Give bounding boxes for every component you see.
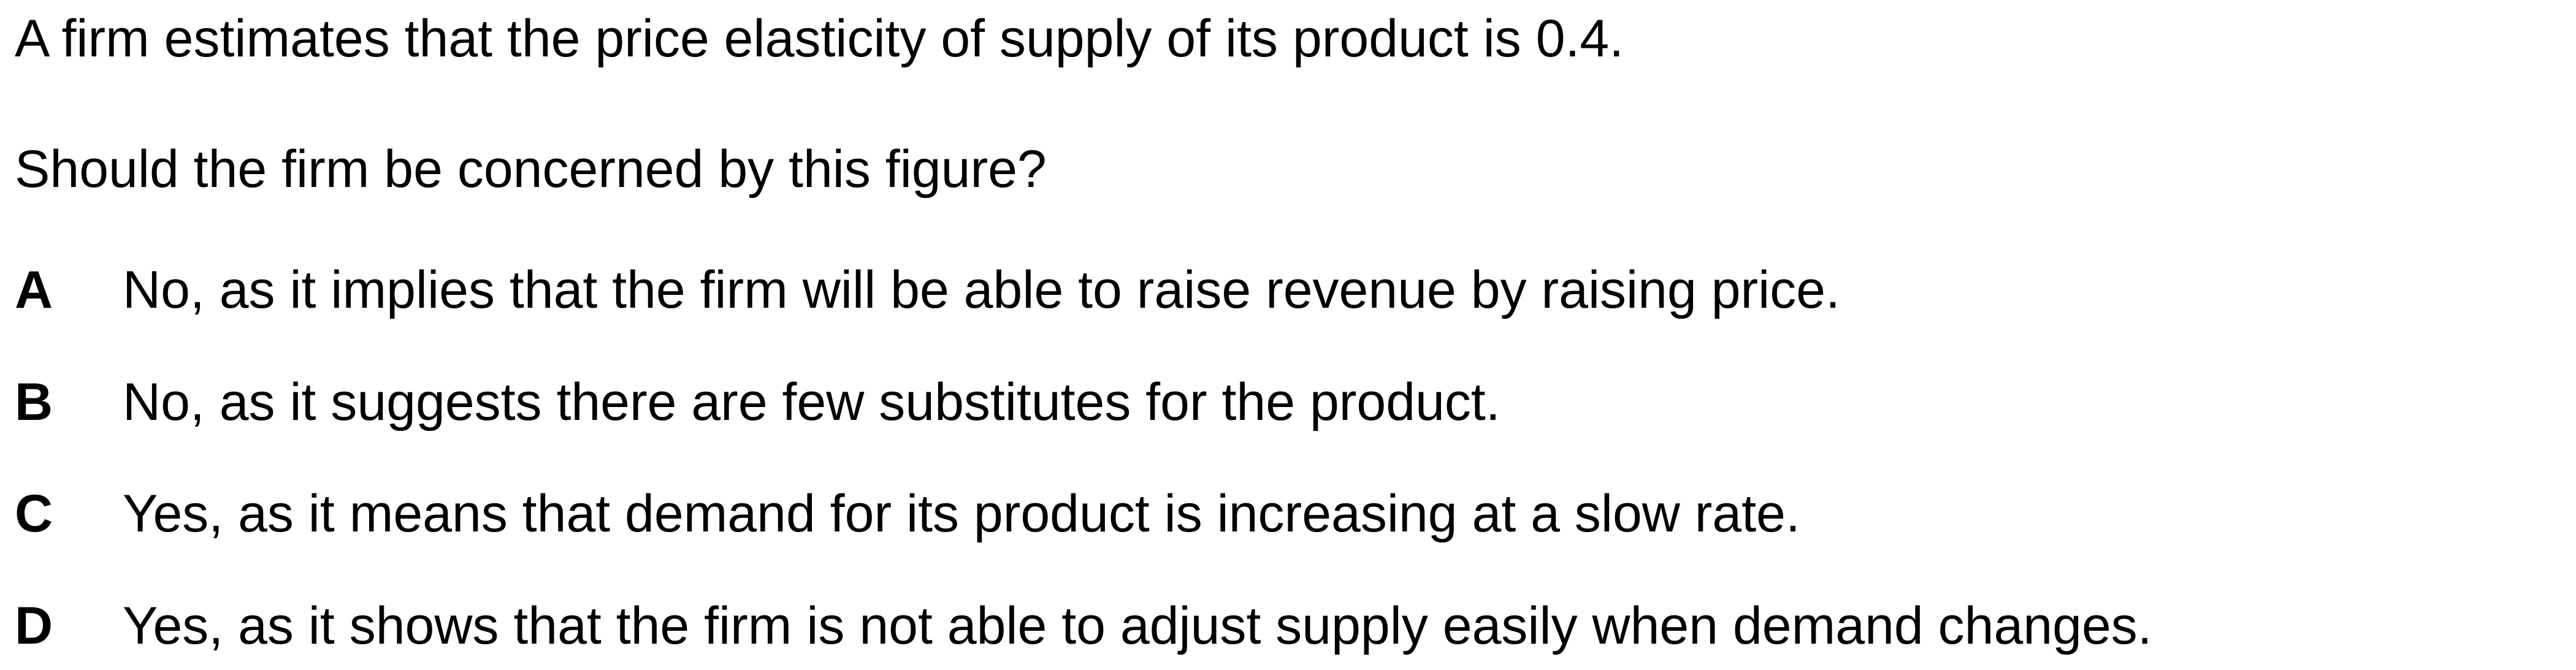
question-stem-line-1: A firm estimates that the price elastici… bbox=[15, 9, 1624, 68]
option-a-text: No, as it implies that the firm will be … bbox=[123, 261, 1841, 319]
option-a[interactable]: A No, as it implies that the firm will b… bbox=[15, 264, 2529, 325]
option-b-text: No, as it suggests there are few substit… bbox=[123, 373, 1500, 432]
option-d-text: Yes, as it shows that the firm is not ab… bbox=[123, 596, 2152, 655]
option-b-letter: B bbox=[15, 373, 53, 432]
option-a-letter: A bbox=[15, 261, 53, 319]
option-c-letter: C bbox=[15, 484, 53, 543]
question-page: A firm estimates that the price elastici… bbox=[0, 0, 2576, 670]
question-stem-line-2: Should the firm be concerned by this fig… bbox=[15, 140, 1047, 199]
option-b[interactable]: B No, as it suggests there are few subst… bbox=[15, 376, 2529, 437]
option-c-text: Yes, as it means that demand for its pro… bbox=[123, 484, 1800, 543]
option-d-letter: D bbox=[15, 596, 53, 655]
option-c[interactable]: C Yes, as it means that demand for its p… bbox=[15, 487, 2529, 549]
option-d[interactable]: D Yes, as it shows that the firm is not … bbox=[15, 600, 2529, 661]
